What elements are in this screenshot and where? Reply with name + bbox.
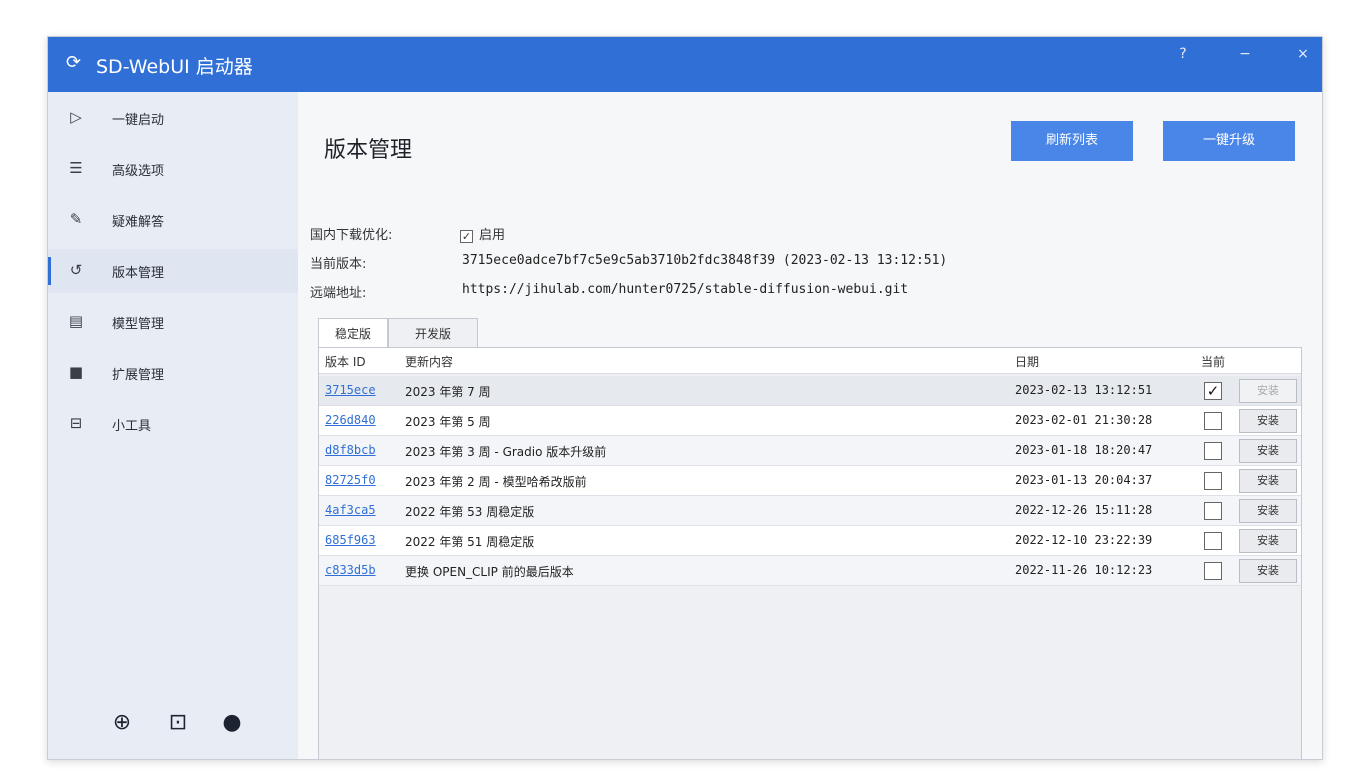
- table-row[interactable]: 82725f0 2023 年第 2 周 - 模型哈希改版前 2023-01-13…: [319, 466, 1301, 496]
- close-button[interactable]: ×: [1288, 46, 1318, 62]
- enable-checkbox-label: 启用: [479, 228, 506, 243]
- install-button[interactable]: 安装: [1239, 409, 1297, 433]
- download-optimization-label: 国内下载优化:: [310, 228, 393, 243]
- page-title: 版本管理: [324, 138, 413, 163]
- one-click-upgrade-button[interactable]: 一键升级: [1163, 121, 1295, 161]
- sidebar-footer: ⊕ ⊡ ●: [108, 709, 248, 739]
- table-row[interactable]: d8f8bcb 2023 年第 3 周 - Gradio 版本升级前 2023-…: [319, 436, 1301, 466]
- version-date: 2022-12-10 23:22:39: [1015, 533, 1153, 547]
- tab-dev[interactable]: 开发版: [388, 318, 478, 348]
- sidebar-item-advanced[interactable]: ☰ 高级选项: [48, 147, 298, 191]
- window-title: SD-WebUI 启动器: [96, 56, 253, 78]
- version-date: 2023-01-13 20:04:37: [1015, 473, 1153, 487]
- install-button[interactable]: 安装: [1239, 439, 1297, 463]
- version-id-link[interactable]: 4af3ca5: [325, 503, 376, 517]
- extension-icon: ■: [68, 363, 84, 381]
- sidebar-item-troubleshoot[interactable]: ✎ 疑难解答: [48, 198, 298, 242]
- install-button[interactable]: 安装: [1239, 529, 1297, 553]
- table-row[interactable]: 4af3ca5 2022 年第 53 周稳定版 2022-12-26 15:11…: [319, 496, 1301, 526]
- sidebar-item-tools[interactable]: ⊟ 小工具: [48, 402, 298, 446]
- minimize-button[interactable]: −: [1230, 46, 1260, 62]
- version-table: 版本 ID 更新内容 日期 当前 3715ece 2023 年第 7 周 202…: [318, 347, 1302, 759]
- tab-stable[interactable]: 稳定版: [318, 318, 388, 348]
- table-row[interactable]: 685f963 2022 年第 51 周稳定版 2022-12-10 23:22…: [319, 526, 1301, 556]
- table-row[interactable]: c833d5b 更换 OPEN_CLIP 前的最后版本 2022-11-26 1…: [319, 556, 1301, 586]
- update-description: 2023 年第 3 周 - Gradio 版本升级前: [405, 445, 607, 459]
- update-description: 2023 年第 7 周: [405, 385, 491, 399]
- sidebar-item-label: 一键启动: [112, 113, 165, 128]
- current-checkbox: [1204, 412, 1222, 430]
- header-current[interactable]: 当前: [1201, 353, 1225, 370]
- sidebar-item-label: 疑难解答: [112, 215, 165, 230]
- version-id-link[interactable]: 82725f0: [325, 473, 376, 487]
- background-window-edge-bottom: [0, 760, 1352, 778]
- background-window-edge: [300, 0, 1352, 40]
- current-checkbox: [1204, 442, 1222, 460]
- current-checkbox: ✓: [1204, 382, 1222, 400]
- version-id-link[interactable]: d8f8bcb: [325, 443, 376, 457]
- version-id-link[interactable]: 226d840: [325, 413, 376, 427]
- version-date: 2023-02-13 13:12:51: [1015, 383, 1153, 397]
- table-header: 版本 ID 更新内容 日期 当前: [319, 348, 1301, 374]
- sidebar-item-version[interactable]: ↺ 版本管理: [48, 249, 298, 293]
- app-logo-icon: ⟳: [66, 52, 82, 73]
- sidebar-item-label: 版本管理: [112, 266, 165, 281]
- bilibili-icon[interactable]: ⊡: [164, 709, 192, 737]
- sidebar-item-label: 模型管理: [112, 317, 165, 332]
- table-row[interactable]: 226d840 2023 年第 5 周 2023-02-01 21:30:28 …: [319, 406, 1301, 436]
- sidebar-item-launch[interactable]: ▷ 一键启动: [48, 96, 298, 140]
- install-button[interactable]: 安装: [1239, 499, 1297, 523]
- header-version-id[interactable]: 版本 ID: [325, 353, 366, 370]
- bell-icon[interactable]: ●: [218, 709, 246, 737]
- launcher-window: ⟳ SD-WebUI 启动器 ? − × ▷ 一键启动 ☰ 高级选项 ✎ 疑难解…: [47, 36, 1323, 760]
- sidebar-item-label: 小工具: [112, 419, 152, 434]
- current-checkbox: [1204, 562, 1222, 580]
- current-checkbox: [1204, 532, 1222, 550]
- version-id-link[interactable]: 3715ece: [325, 383, 376, 397]
- version-date: 2023-01-18 18:20:47: [1015, 443, 1153, 457]
- table-row[interactable]: 3715ece 2023 年第 7 周 2023-02-13 13:12:51 …: [319, 376, 1301, 406]
- remote-address-value: https://jihulab.com/hunter0725/stable-di…: [462, 282, 909, 297]
- title-bar: ⟳ SD-WebUI 启动器 ? − ×: [48, 37, 1322, 92]
- update-description: 更换 OPEN_CLIP 前的最后版本: [405, 565, 574, 579]
- play-icon: ▷: [70, 108, 82, 126]
- remote-address-label: 远端地址:: [310, 286, 367, 301]
- update-description: 2022 年第 53 周稳定版: [405, 505, 535, 519]
- version-date: 2023-02-01 21:30:28: [1015, 413, 1153, 427]
- enable-checkbox[interactable]: ✓ 启用: [460, 224, 505, 243]
- version-date: 2022-11-26 10:12:23: [1015, 563, 1153, 577]
- refresh-list-button[interactable]: 刷新列表: [1011, 121, 1133, 161]
- model-icon: ▤: [68, 312, 84, 330]
- current-version-value: 3715ece0adce7bf7c5e9c5ab3710b2fdc3848f39…: [462, 253, 948, 268]
- install-button[interactable]: 安装: [1239, 559, 1297, 583]
- update-description: 2023 年第 2 周 - 模型哈希改版前: [405, 475, 587, 489]
- help-button[interactable]: ?: [1168, 46, 1198, 62]
- update-description: 2023 年第 5 周: [405, 415, 491, 429]
- version-id-link[interactable]: 685f963: [325, 533, 376, 547]
- list-icon: ☰: [69, 159, 83, 177]
- header-description[interactable]: 更新内容: [405, 353, 453, 370]
- sidebar-item-models[interactable]: ▤ 模型管理: [48, 300, 298, 344]
- sidebar: ▷ 一键启动 ☰ 高级选项 ✎ 疑难解答 ↺ 版本管理 ▤ 模型管理 ■ 扩展管…: [48, 92, 298, 759]
- version-id-link[interactable]: c833d5b: [325, 563, 376, 577]
- update-description: 2022 年第 51 周稳定版: [405, 535, 535, 549]
- globe-icon[interactable]: ⊕: [108, 709, 136, 737]
- main-content: 版本管理 刷新列表 一键升级 国内下载优化: ✓ 启用 当前版本: 3715ece…: [298, 92, 1322, 759]
- current-checkbox: [1204, 502, 1222, 520]
- tools-icon: ⊟: [69, 414, 83, 432]
- install-button[interactable]: 安装: [1239, 469, 1297, 493]
- sidebar-item-label: 扩展管理: [112, 368, 165, 383]
- sidebar-item-label: 高级选项: [112, 164, 165, 179]
- wrench-icon: ✎: [69, 210, 83, 228]
- current-version-label: 当前版本:: [310, 257, 367, 272]
- header-date[interactable]: 日期: [1015, 353, 1039, 370]
- checkbox-checked-icon: ✓: [460, 230, 473, 243]
- version-date: 2022-12-26 15:11:28: [1015, 503, 1153, 517]
- sidebar-item-extensions[interactable]: ■ 扩展管理: [48, 351, 298, 395]
- history-icon: ↺: [69, 261, 83, 279]
- install-button: 安装: [1239, 379, 1297, 403]
- current-checkbox: [1204, 472, 1222, 490]
